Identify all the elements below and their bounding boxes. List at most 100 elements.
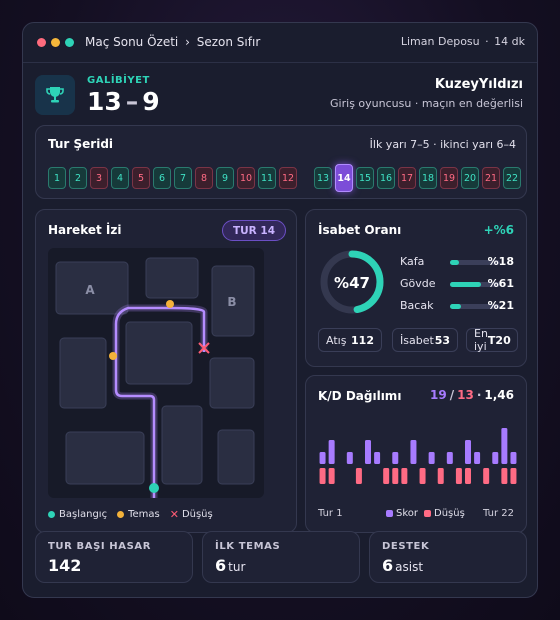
- death-bar-round-2: [328, 468, 335, 484]
- round-chip-11[interactable]: 11: [258, 167, 276, 189]
- round-chip-4[interactable]: 4: [111, 167, 129, 189]
- kd-legend-death: Düşüş: [434, 508, 465, 519]
- death-bar-round-17: [465, 468, 471, 484]
- score-enemy: 9: [142, 87, 160, 116]
- movement-legend: Başlangıç Temas ✕ Düşüş: [48, 508, 213, 521]
- start-marker[interactable]: [149, 483, 159, 493]
- breadcrumb: Maç Sonu Özeti › Sezon Sıfır: [85, 35, 260, 49]
- round-chip-10[interactable]: 10: [237, 167, 255, 189]
- stat-label: Atış: [326, 333, 347, 347]
- map-block: [217, 429, 255, 485]
- round-chip-7[interactable]: 7: [174, 167, 192, 189]
- first-contact-label: İLK TEMAS: [215, 541, 281, 552]
- round-chip-16[interactable]: 16: [377, 167, 395, 189]
- round-chip-2[interactable]: 2: [69, 167, 87, 189]
- close-window-dot[interactable]: [37, 38, 46, 47]
- accuracy-percent: %47: [334, 274, 370, 292]
- minimize-window-dot[interactable]: [51, 38, 60, 47]
- score-bar-round-22: [510, 452, 517, 464]
- accuracy-stat-pill[interactable]: Atış 112: [318, 328, 382, 352]
- score-bar-round-9: [392, 452, 399, 464]
- score-legend-swatch: [386, 510, 393, 517]
- damage-per-round-card: TUR BAŞI HASAR 142: [35, 531, 193, 583]
- round-chip-22[interactable]: 22: [503, 167, 521, 189]
- breadcrumb-separator: ›: [185, 35, 190, 49]
- accuracy-card: İsabet Oranı +%6 %47 Kafa %18 Gövde %61 Baca…: [305, 209, 527, 367]
- death-legend-swatch: [424, 510, 432, 517]
- round-chip-8[interactable]: 8: [195, 167, 213, 189]
- map-block: [65, 431, 145, 485]
- round-chip-21[interactable]: 21: [482, 167, 500, 189]
- death-bar-round-5: [355, 468, 362, 484]
- player-name: KuzeyYıldızı: [434, 77, 523, 92]
- accuracy-row-fill: [450, 282, 481, 287]
- contact-marker[interactable]: [109, 352, 117, 360]
- round-chip-5[interactable]: 5: [132, 167, 150, 189]
- round-strip-title: Tur Şeridi: [48, 137, 114, 151]
- map-block: [161, 405, 203, 485]
- damage-per-round-number: 142: [48, 556, 82, 575]
- death-bar-round-14: [437, 468, 444, 484]
- match-meta: Liman Deposu · 14 dk: [401, 35, 525, 48]
- score-team: 13: [87, 87, 122, 116]
- assist-value: 6 asist: [382, 556, 423, 575]
- accuracy-stat-pill[interactable]: En iyi T20: [466, 327, 518, 353]
- breadcrumb-next[interactable]: Sezon Sıfır: [197, 35, 261, 49]
- accuracy-donut: %47: [320, 250, 384, 314]
- round-chip-14[interactable]: 14: [335, 164, 353, 192]
- map-name: Liman Deposu: [400, 35, 480, 48]
- breadcrumb-current[interactable]: Maç Sonu Özeti: [85, 35, 178, 49]
- kd-chart: [319, 428, 517, 484]
- match-duration: 14 dk: [494, 35, 525, 48]
- death-bar-round-22: [510, 468, 517, 484]
- accuracy-row-fill: [450, 260, 459, 265]
- kd-legend-score: Skor: [396, 508, 419, 519]
- round-chip-9[interactable]: 9: [216, 167, 234, 189]
- kd-deaths: 13: [457, 388, 474, 402]
- accuracy-delta: +%6: [483, 223, 514, 237]
- assist-label: DESTEK: [382, 541, 430, 552]
- maximize-window-dot[interactable]: [65, 38, 74, 47]
- death-bar-round-10: [401, 468, 408, 484]
- round-chip-6[interactable]: 6: [153, 167, 171, 189]
- score-bar-round-6: [365, 440, 371, 464]
- round-chip-12[interactable]: 12: [279, 167, 297, 189]
- death-bar-round-12: [419, 468, 426, 484]
- round-chip-17[interactable]: 17: [398, 167, 416, 189]
- death-bar-round-16: [455, 468, 462, 484]
- kd-title: K/D Dağılımı: [318, 389, 402, 403]
- first-contact-value: 6 tur: [215, 556, 245, 575]
- kd-card: K/D Dağılımı 19/13 · 1,46 Tur 1 Skor Düşüş…: [305, 375, 527, 533]
- final-score: 13–9: [87, 87, 160, 116]
- round-chip-1[interactable]: 1: [48, 167, 66, 189]
- accuracy-row-value: %21: [487, 299, 514, 312]
- halves-summary: İlk yarı 7–5 · ikinci yarı 6–4: [369, 138, 516, 151]
- round-chip-15[interactable]: 15: [356, 167, 374, 189]
- start-legend-dot: [48, 511, 55, 518]
- round-chip-13[interactable]: 13: [314, 167, 332, 189]
- kd-axis-end: Tur 22: [483, 508, 514, 519]
- first-contact-card: İLK TEMAS 6 tur: [202, 531, 360, 583]
- stat-value: 112: [351, 333, 374, 347]
- contact-marker[interactable]: [166, 300, 174, 308]
- death-bar-round-1: [319, 468, 326, 484]
- trophy-icon: [46, 87, 64, 103]
- accuracy-row-value: %18: [487, 255, 514, 268]
- damage-per-round-value: 142: [48, 556, 81, 575]
- round-chip-19[interactable]: 19: [440, 167, 458, 189]
- round-badge[interactable]: TUR 14: [221, 220, 286, 241]
- death-bar-round-9: [392, 468, 399, 484]
- legend-contact: Temas: [128, 509, 160, 520]
- map-block: [59, 337, 107, 409]
- round-chip-3[interactable]: 3: [90, 167, 108, 189]
- movement-map[interactable]: A B: [48, 248, 264, 498]
- damage-per-round-label: TUR BAŞI HASAR: [48, 541, 152, 552]
- death-bar-round-21: [501, 468, 508, 484]
- score-bar-round-4: [346, 452, 353, 464]
- score-bar-round-17: [465, 440, 471, 464]
- death-bar-round-8: [383, 468, 390, 484]
- round-chip-18[interactable]: 18: [419, 167, 437, 189]
- accuracy-row-label: Gövde: [400, 277, 436, 290]
- round-chip-20[interactable]: 20: [461, 167, 479, 189]
- accuracy-stat-pill[interactable]: İsabet 53: [392, 328, 458, 352]
